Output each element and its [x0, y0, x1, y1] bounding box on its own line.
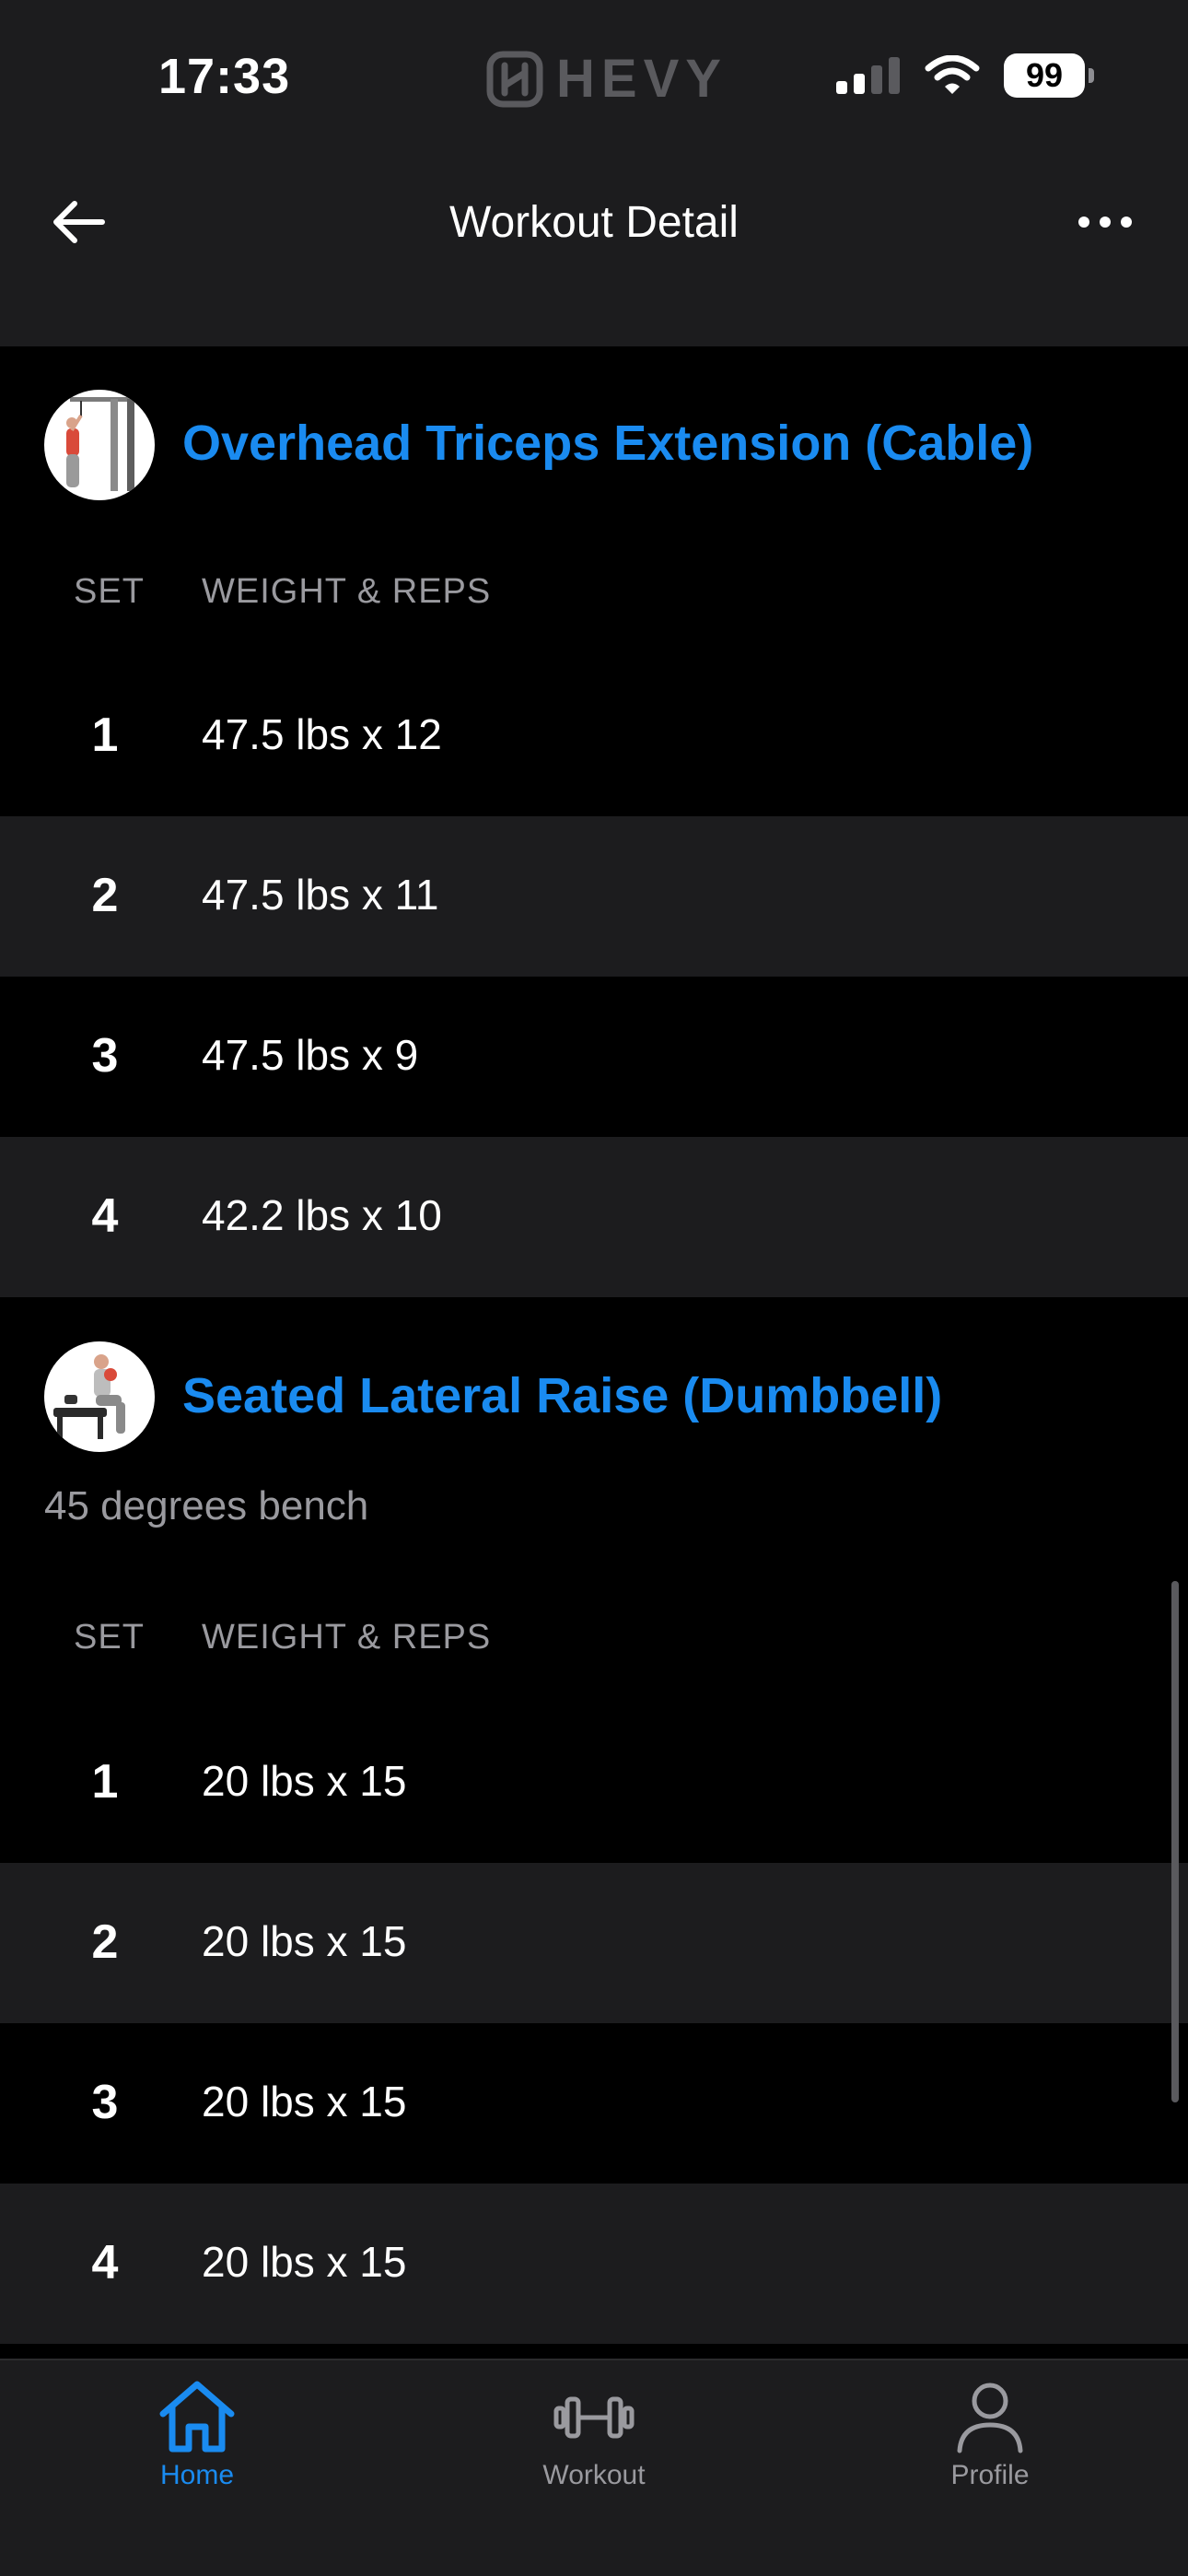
- set-weight-reps: 20 lbs x 15: [202, 2238, 407, 2286]
- column-header-set: SET: [74, 572, 145, 611]
- set-row: 4 20 lbs x 15: [0, 2184, 1188, 2344]
- workout-detail-screen: 17:33 HEVY 99 Workout Detail Overhead Tr…: [0, 0, 1188, 2576]
- column-header-set: SET: [74, 1618, 145, 1657]
- set-number: 2: [91, 1915, 119, 1969]
- set-number: 4: [91, 2236, 119, 2289]
- tab-profile[interactable]: Profile: [898, 2379, 1082, 2491]
- set-number: 1: [91, 708, 119, 762]
- set-row: 4 42.2 lbs x 10: [0, 1137, 1188, 1297]
- exercise-title[interactable]: Overhead Triceps Extension (Cable): [182, 415, 1033, 472]
- set-number: 3: [91, 1029, 119, 1083]
- set-row: 2 47.5 lbs x 11: [0, 816, 1188, 977]
- set-weight-reps: 47.5 lbs x 9: [202, 1031, 419, 1079]
- status-indicators: 99: [836, 53, 1094, 98]
- hevy-logo-icon: [486, 51, 543, 107]
- set-row: 2 20 lbs x 15: [0, 1863, 1188, 2023]
- battery-level: 99: [1025, 56, 1064, 94]
- lateral-raise-illustration: [53, 1354, 125, 1439]
- exercise-thumbnail[interactable]: [44, 390, 155, 500]
- top-bar: 17:33 HEVY 99 Workout Detail: [0, 0, 1188, 346]
- app-logo: HEVY: [484, 48, 728, 110]
- set-weight-reps: 47.5 lbs x 11: [202, 871, 439, 919]
- tab-bar: Home Workout Profile: [0, 2359, 1188, 2576]
- set-weight-reps: 20 lbs x 15: [202, 2078, 407, 2125]
- exercise-thumbnail[interactable]: [44, 1341, 155, 1452]
- home-icon: [159, 2381, 235, 2453]
- ellipsis-icon: [1078, 217, 1132, 228]
- tab-label-profile: Profile: [950, 2460, 1030, 2490]
- set-weight-reps: 20 lbs x 15: [202, 1757, 407, 1805]
- set-row: 3 20 lbs x 15: [0, 2023, 1188, 2184]
- app-name: HEVY: [556, 49, 728, 109]
- tab-label-home: Home: [159, 2460, 235, 2490]
- set-weight-reps: 47.5 lbs x 12: [202, 710, 442, 758]
- dumbbell-icon: [553, 2396, 635, 2439]
- set-weight-reps: 42.2 lbs x 10: [202, 1191, 442, 1239]
- set-number: 4: [91, 1189, 119, 1243]
- status-time: 17:33: [158, 49, 291, 104]
- set-row: 1 20 lbs x 15: [0, 1703, 1188, 1863]
- column-header-weight-reps: WEIGHT & REPS: [202, 572, 492, 611]
- column-header-weight-reps: WEIGHT & REPS: [202, 1618, 492, 1657]
- more-options-button[interactable]: [1068, 190, 1142, 254]
- tab-home[interactable]: Home: [105, 2379, 289, 2491]
- set-number: 3: [91, 2076, 119, 2129]
- exercise-note: 45 degrees bench: [44, 1483, 369, 1528]
- exercise-title[interactable]: Seated Lateral Raise (Dumbbell): [182, 1367, 942, 1424]
- set-row: 1 47.5 lbs x 12: [0, 656, 1188, 816]
- set-row: 3 47.5 lbs x 9: [0, 977, 1188, 1137]
- tab-workout[interactable]: Workout: [502, 2379, 686, 2491]
- triceps-extension-illustration: [66, 397, 134, 491]
- battery-indicator: 99: [1004, 53, 1094, 98]
- cellular-signal-icon: [836, 57, 900, 94]
- set-number: 1: [91, 1755, 119, 1809]
- wifi-icon: [925, 55, 980, 94]
- set-number: 2: [91, 869, 119, 922]
- set-weight-reps: 20 lbs x 15: [202, 1917, 407, 1965]
- page-title: Workout Detail: [449, 198, 739, 247]
- tab-label-workout: Workout: [542, 2460, 646, 2490]
- person-icon: [957, 2383, 1023, 2453]
- scroll-indicator[interactable]: [1171, 1581, 1179, 2102]
